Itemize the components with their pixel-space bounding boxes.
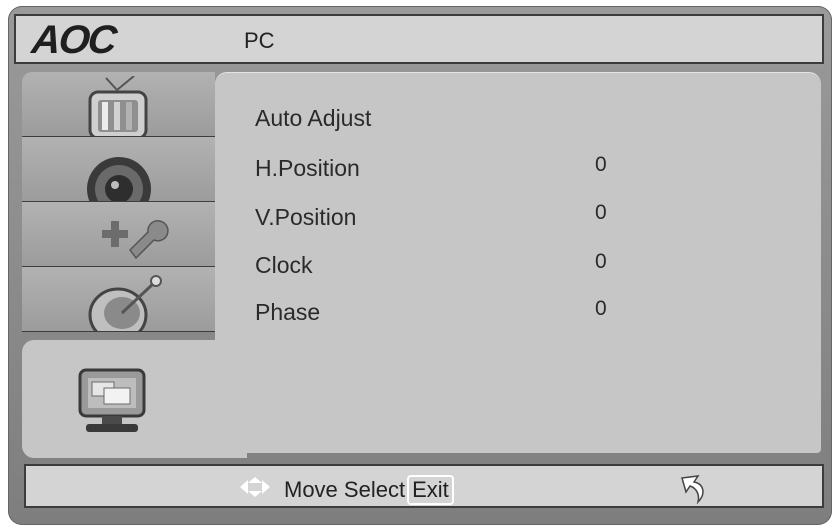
menu-item-v-position[interactable]: V.Position — [255, 204, 356, 231]
exit-button[interactable]: Exit — [407, 475, 454, 505]
menu-item-phase[interactable]: Phase — [255, 299, 320, 326]
menu-item-auto-adjust[interactable]: Auto Adjust — [255, 105, 371, 132]
settings-tools-icon — [102, 220, 169, 260]
menu-item-clock[interactable]: Clock — [255, 252, 313, 279]
v-position-value: 0 — [595, 201, 607, 224]
select-hint: Select — [343, 477, 406, 502]
footer-hint-bar: Move Select Exit — [24, 464, 824, 508]
move-hint: Move — [284, 477, 338, 502]
tab-channel[interactable] — [22, 267, 215, 332]
header-bar: AOC PC — [14, 14, 824, 64]
speaker-icon — [87, 157, 151, 201]
menu-item-h-position[interactable]: H.Position — [255, 155, 360, 182]
clock-value: 0 — [595, 250, 607, 273]
footer-hints: Move Select Exit — [284, 475, 454, 505]
page-title: PC — [244, 28, 275, 53]
phase-value: 0 — [595, 297, 607, 320]
tab-sound[interactable] — [22, 137, 215, 202]
return-icon[interactable] — [676, 472, 716, 504]
satellite-dish-icon — [88, 275, 162, 331]
h-position-value: 0 — [595, 153, 607, 176]
move-arrows-icon — [240, 477, 270, 497]
tv-icon — [88, 76, 148, 136]
aoc-logo: AOC — [29, 18, 118, 62]
pc-settings-panel: Auto Adjust H.Position 0 V.Position 0 Cl… — [215, 72, 821, 453]
exit-label: Exit — [412, 477, 449, 502]
pc-monitor-icon — [78, 368, 146, 432]
tab-setup[interactable] — [22, 202, 215, 267]
tab-tv[interactable] — [22, 72, 215, 137]
tab-pc[interactable] — [22, 340, 247, 458]
